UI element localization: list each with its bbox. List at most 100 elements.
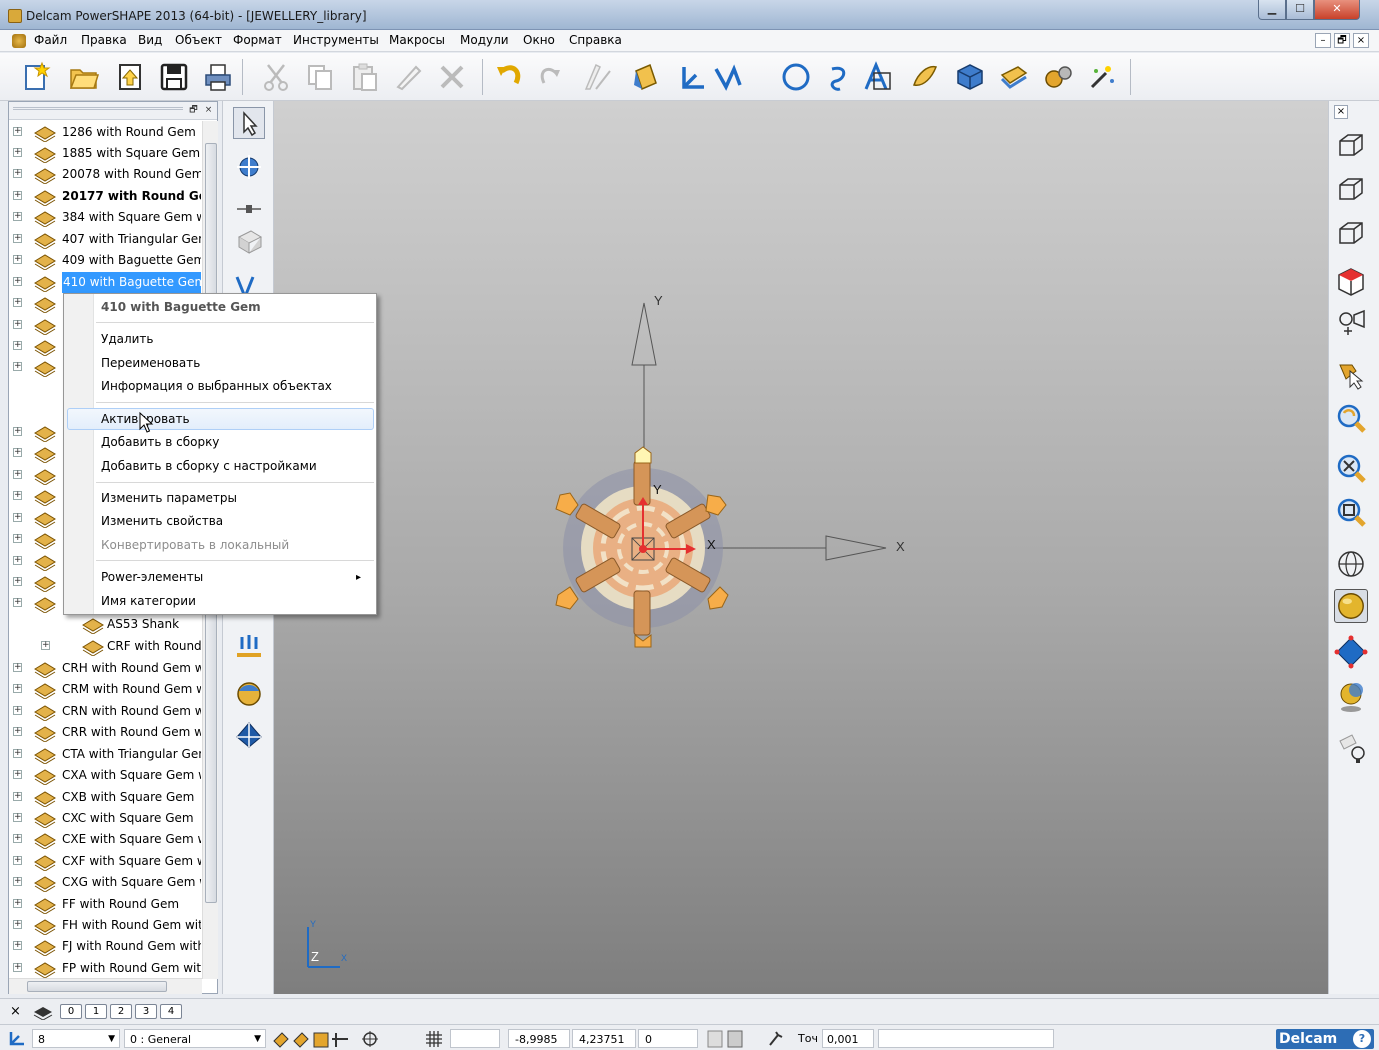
redo-icon[interactable] [532, 61, 564, 93]
expand-toggle[interactable]: + [13, 298, 22, 307]
ring-model[interactable]: Y X [555, 446, 729, 648]
view-front-icon[interactable] [1334, 129, 1368, 163]
tree-item[interactable]: + CRH with Round Gem w [13, 658, 201, 679]
expand-toggle[interactable]: + [13, 899, 22, 908]
expand-toggle[interactable]: + [13, 963, 22, 972]
tree-item[interactable]: + CXB with Square Gem [13, 787, 201, 808]
open-folder-icon[interactable] [68, 61, 100, 93]
expand-toggle[interactable]: + [13, 470, 22, 479]
expand-toggle[interactable]: + [13, 684, 22, 693]
levels-icon[interactable] [32, 1004, 54, 1020]
paste-icon[interactable] [348, 61, 380, 93]
expand-toggle[interactable]: + [13, 749, 22, 758]
delete-icon[interactable] [436, 61, 468, 93]
expand-toggle[interactable]: + [13, 448, 22, 457]
undo-view-icon[interactable] [1334, 357, 1368, 391]
shaded-view-button[interactable] [1334, 589, 1368, 623]
shading-icon[interactable] [630, 61, 662, 93]
expand-toggle[interactable]: + [13, 277, 22, 286]
tree-item[interactable]: + CXG with Square Gem w [13, 872, 201, 893]
menu-item-power-features[interactable]: Power-элементы [101, 567, 203, 587]
expand-toggle[interactable]: + [13, 727, 22, 736]
view-iso-icon[interactable] [1334, 265, 1368, 299]
expand-toggle[interactable]: + [13, 663, 22, 672]
menu-tools[interactable]: Инструменты [290, 33, 382, 47]
zoom-all-icon[interactable] [1334, 451, 1368, 485]
tree-item[interactable]: +20177 with Round Gem [13, 186, 201, 207]
tree-item[interactable]: + CRM with Round Gem w [13, 679, 201, 700]
coord-z-field[interactable]: 0 [638, 1029, 698, 1048]
tree-item[interactable]: + CRR with Round Gem w [13, 722, 201, 743]
coord-y-field[interactable]: 4,23751 [572, 1029, 636, 1048]
menu-object[interactable]: Объект [172, 33, 225, 47]
close-button[interactable]: ✕ [1314, 0, 1360, 20]
expand-toggle[interactable]: + [13, 770, 22, 779]
surface-icon[interactable] [908, 61, 940, 93]
zoom-box-icon[interactable] [1334, 495, 1368, 529]
calculator-icon[interactable] [706, 1029, 746, 1049]
edit-pen-icon[interactable] [392, 61, 424, 93]
wizard-icon[interactable] [1086, 61, 1118, 93]
mdi-restore-button[interactable]: 🗗 [1334, 33, 1350, 48]
expand-toggle[interactable]: + [13, 320, 22, 329]
coord-x-field[interactable]: -8,9985 [508, 1029, 570, 1048]
tree-item[interactable]: +20078 with Round Gem [13, 164, 201, 185]
view-tab-0[interactable]: 0 [60, 1004, 82, 1019]
expand-toggle[interactable]: + [13, 856, 22, 865]
tree-item[interactable]: + FH with Round Gem wit [13, 915, 201, 936]
expand-toggle[interactable]: + [13, 577, 22, 586]
menu-edit[interactable]: Правка [78, 33, 130, 47]
expand-toggle[interactable]: + [13, 920, 22, 929]
menu-item-edit-parameters[interactable]: Изменить параметры [101, 488, 237, 508]
save-icon[interactable] [158, 61, 190, 93]
solid-icon[interactable] [954, 61, 986, 93]
mesh-icon[interactable] [998, 61, 1030, 93]
line-icon[interactable] [712, 61, 744, 93]
menu-macros[interactable]: Макросы [386, 33, 448, 47]
expand-toggle[interactable]: + [41, 641, 50, 650]
menu-item-category-name[interactable]: Имя категории [101, 591, 196, 611]
expand-toggle[interactable]: + [13, 169, 22, 178]
print-icon[interactable] [202, 61, 234, 93]
expand-toggle[interactable]: + [13, 362, 22, 371]
expand-toggle[interactable]: + [13, 941, 22, 950]
expand-toggle[interactable]: + [13, 706, 22, 715]
tree-item[interactable]: + FF with Round Gem [13, 894, 201, 915]
expand-toggle[interactable]: + [13, 877, 22, 886]
tree-item[interactable]: + CRN with Round Gem w [13, 701, 201, 722]
tree-item[interactable]: +407 with Triangular Gem [13, 229, 201, 250]
lights-icon[interactable] [1334, 731, 1368, 765]
import-icon[interactable] [114, 61, 146, 93]
circle-icon[interactable] [780, 61, 812, 93]
menu-item-add-to-assembly-settings[interactable]: Добавить в сборку с настройками [101, 456, 317, 476]
select-pointer-button[interactable] [233, 107, 265, 139]
layer-box-icon[interactable] [233, 225, 265, 257]
view-tab-2[interactable]: 2 [110, 1004, 132, 1019]
view-side-icon[interactable] [1334, 173, 1368, 207]
cut-icon[interactable] [260, 61, 292, 93]
expand-toggle[interactable]: + [13, 234, 22, 243]
workplane-select[interactable]: 8 ▼ [32, 1029, 120, 1048]
selection-filter-icons[interactable] [270, 1029, 354, 1049]
tree-item[interactable]: + CXF with Square Gem w [13, 851, 201, 872]
tree-item[interactable]: +410 with Baguette Gem [13, 272, 201, 293]
gem-shell-icon[interactable] [233, 677, 265, 709]
snap-status-icon[interactable] [360, 1029, 380, 1049]
grid-icon[interactable] [424, 1029, 444, 1049]
menu-item-delete[interactable]: Удалить [101, 329, 154, 349]
wireframe-sphere-icon[interactable] [1334, 547, 1368, 581]
help-icon[interactable]: ? [1353, 1030, 1371, 1048]
expand-toggle[interactable]: + [13, 534, 22, 543]
view-tab-4[interactable]: 4 [160, 1004, 182, 1019]
view-toolbar-close-button[interactable]: × [1334, 105, 1348, 119]
view-top-icon[interactable] [1334, 217, 1368, 251]
zoom-rotate-icon[interactable] [1334, 401, 1368, 435]
expand-toggle[interactable]: + [13, 834, 22, 843]
tree-item[interactable]: +384 with Square Gem wi [13, 207, 201, 228]
expand-toggle[interactable]: + [13, 341, 22, 350]
machining-icon[interactable] [1042, 61, 1074, 93]
menu-format[interactable]: Формат [230, 33, 285, 47]
menu-item-rename[interactable]: Переименовать [101, 353, 200, 373]
curve-icon[interactable] [822, 61, 854, 93]
copy-icon[interactable] [304, 61, 336, 93]
